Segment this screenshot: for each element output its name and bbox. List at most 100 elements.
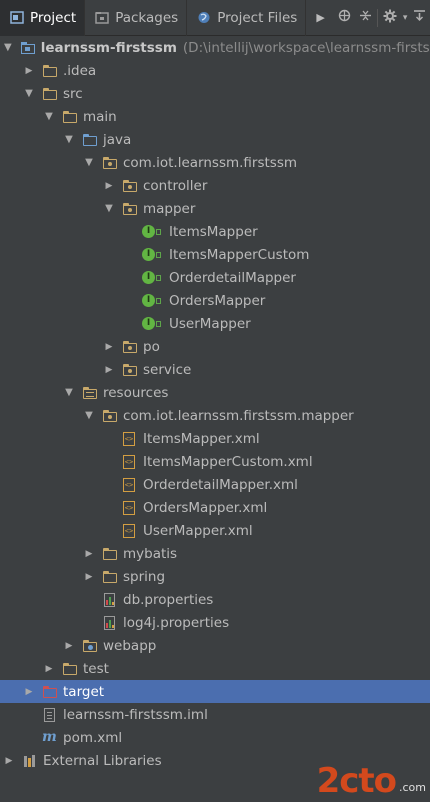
expand-arrow-right-icon[interactable]: ▶ xyxy=(4,756,14,766)
tab-packages-label: Packages xyxy=(115,9,179,26)
expand-arrow-down-icon[interactable]: ▼ xyxy=(84,410,94,421)
watermark-suffix: .com xyxy=(399,781,426,794)
tree-node[interactable]: ▶db.properties xyxy=(0,588,430,611)
tree-node-label: UserMapper.xml xyxy=(143,522,253,539)
package-icon xyxy=(102,156,118,170)
tree-node[interactable]: ▶ po xyxy=(0,335,430,358)
expand-arrow-right-icon[interactable]: ▶ xyxy=(84,549,94,559)
interface-icon: I xyxy=(142,293,164,308)
tree-node[interactable]: ▶ mybatis xyxy=(0,542,430,565)
tree-node[interactable]: ▼ com.iot.learnssm.firstssm.mapper xyxy=(0,404,430,427)
tab-project[interactable]: Project xyxy=(0,0,86,36)
expand-arrow-down-icon[interactable]: ▼ xyxy=(64,134,74,145)
project-files-icon xyxy=(197,11,211,24)
expand-arrow-right-icon[interactable]: ▶ xyxy=(104,342,114,352)
tree-node[interactable]: ▼ mapper xyxy=(0,197,430,220)
tree-node[interactable]: ▶ target xyxy=(0,680,430,703)
xml-file-icon xyxy=(122,454,138,469)
tree-node[interactable]: ▶ItemsMapper.xml xyxy=(0,427,430,450)
maven-icon: m xyxy=(42,728,57,745)
expand-arrow-down-icon[interactable]: ▼ xyxy=(24,88,34,99)
xml-file-icon xyxy=(122,523,138,538)
expand-arrow-down-icon[interactable]: ▼ xyxy=(4,42,12,53)
tree-node[interactable]: ▼ java xyxy=(0,128,430,151)
tree-node-label: learnssm-firstssm xyxy=(40,39,177,56)
resources-folder-icon xyxy=(82,386,98,400)
folder-icon xyxy=(62,110,78,124)
tree-node[interactable]: ▶ItemsMapperCustom.xml xyxy=(0,450,430,473)
tree-node[interactable]: ▶ controller xyxy=(0,174,430,197)
source-folder-icon xyxy=(82,133,98,147)
web-folder-icon xyxy=(82,639,98,653)
tree-node[interactable]: ▶OrdersMapper.xml xyxy=(0,496,430,519)
tree-node[interactable]: ▼ com.iot.learnssm.firstssm xyxy=(0,151,430,174)
tree-node[interactable]: ▶IItemsMapperCustom xyxy=(0,243,430,266)
folder-icon xyxy=(42,87,58,101)
expand-arrow-right-icon[interactable]: ▶ xyxy=(84,572,94,582)
expand-arrow-right-icon[interactable]: ▶ xyxy=(24,66,34,76)
expand-arrow-right-icon[interactable]: ▶ xyxy=(24,687,34,697)
tree-node-label: mybatis xyxy=(123,545,178,562)
tree-node-label: OrdersMapper xyxy=(169,292,266,309)
tree-node-label: src xyxy=(63,85,83,102)
tree-node[interactable]: ▶OrderdetailMapper.xml xyxy=(0,473,430,496)
tree-node[interactable]: ▶ webapp xyxy=(0,634,430,657)
tree-node[interactable]: ▼ resources xyxy=(0,381,430,404)
properties-file-icon xyxy=(102,615,118,630)
libraries-icon xyxy=(22,754,38,768)
interface-icon: I xyxy=(142,316,164,331)
hide-icon[interactable] xyxy=(410,9,430,26)
tree-node[interactable]: ▶IOrdersMapper xyxy=(0,289,430,312)
tree-node[interactable]: ▶ spring xyxy=(0,565,430,588)
tree-node-label: controller xyxy=(143,177,208,194)
tree-node-label: ItemsMapperCustom.xml xyxy=(143,453,313,470)
excluded-folder-icon xyxy=(42,685,58,699)
expand-arrow-down-icon[interactable]: ▼ xyxy=(84,157,94,168)
tree-node[interactable]: ▶ service xyxy=(0,358,430,381)
tree-node-label: ItemsMapper.xml xyxy=(143,430,260,447)
tree-node[interactable]: ▶learnssm-firstssm.iml xyxy=(0,703,430,726)
chevron-right-icon[interactable]: ▶ xyxy=(306,11,334,24)
tree-node-label: test xyxy=(83,660,109,677)
tree-node[interactable]: ▼ learnssm-firstssm (D:\intellij\workspace… xyxy=(0,36,430,59)
tree-node[interactable]: ▶IOrderdetailMapper xyxy=(0,266,430,289)
xml-file-icon xyxy=(122,477,138,492)
tab-project-label: Project xyxy=(30,9,77,26)
expand-arrow-down-icon[interactable]: ▼ xyxy=(64,387,74,398)
package-icon xyxy=(122,363,138,377)
gear-icon[interactable] xyxy=(380,9,400,27)
tree-node[interactable]: ▶mpom.xml xyxy=(0,726,430,749)
module-path: (D:\intellij\workspace\learnssm-firstssm xyxy=(182,39,430,56)
tree-node[interactable]: ▶ .idea xyxy=(0,59,430,82)
collapse-icon[interactable] xyxy=(355,9,375,26)
expand-arrow-down-icon[interactable]: ▼ xyxy=(104,203,114,214)
watermark-main: 2cto xyxy=(316,761,397,801)
tree-node[interactable]: ▶IUserMapper xyxy=(0,312,430,335)
interface-icon: I xyxy=(142,247,164,262)
package-icon xyxy=(122,179,138,193)
tree-node[interactable]: ▼ src xyxy=(0,82,430,105)
tree-node[interactable]: ▼ main xyxy=(0,105,430,128)
tree-node-label: mapper xyxy=(143,200,196,217)
tree-node-label: java xyxy=(103,131,132,148)
packages-icon xyxy=(95,11,109,24)
expand-arrow-right-icon[interactable]: ▶ xyxy=(64,641,74,651)
expand-arrow-right-icon[interactable]: ▶ xyxy=(104,181,114,191)
iml-file-icon xyxy=(42,707,58,722)
tree-node-label: webapp xyxy=(103,637,157,654)
tree-node-label: po xyxy=(143,338,160,355)
tree-node[interactable]: ▶ test xyxy=(0,657,430,680)
tab-project-files[interactable]: Project Files xyxy=(187,0,307,36)
tree-node[interactable]: ▶log4j.properties xyxy=(0,611,430,634)
expand-arrow-down-icon[interactable]: ▼ xyxy=(44,111,54,122)
gear-dropdown-icon[interactable]: ▾ xyxy=(401,13,410,23)
expand-arrow-right-icon[interactable]: ▶ xyxy=(104,365,114,375)
expand-arrow-right-icon[interactable]: ▶ xyxy=(44,664,54,674)
globe-settings-icon[interactable] xyxy=(335,9,355,26)
tree-node-label: service xyxy=(143,361,192,378)
tab-packages[interactable]: Packages xyxy=(85,0,188,36)
tree-node-label: com.iot.learnssm.firstssm.mapper xyxy=(123,407,354,424)
tree-node-label: log4j.properties xyxy=(123,614,230,631)
tree-node[interactable]: ▶UserMapper.xml xyxy=(0,519,430,542)
tree-node[interactable]: ▶IItemsMapper xyxy=(0,220,430,243)
